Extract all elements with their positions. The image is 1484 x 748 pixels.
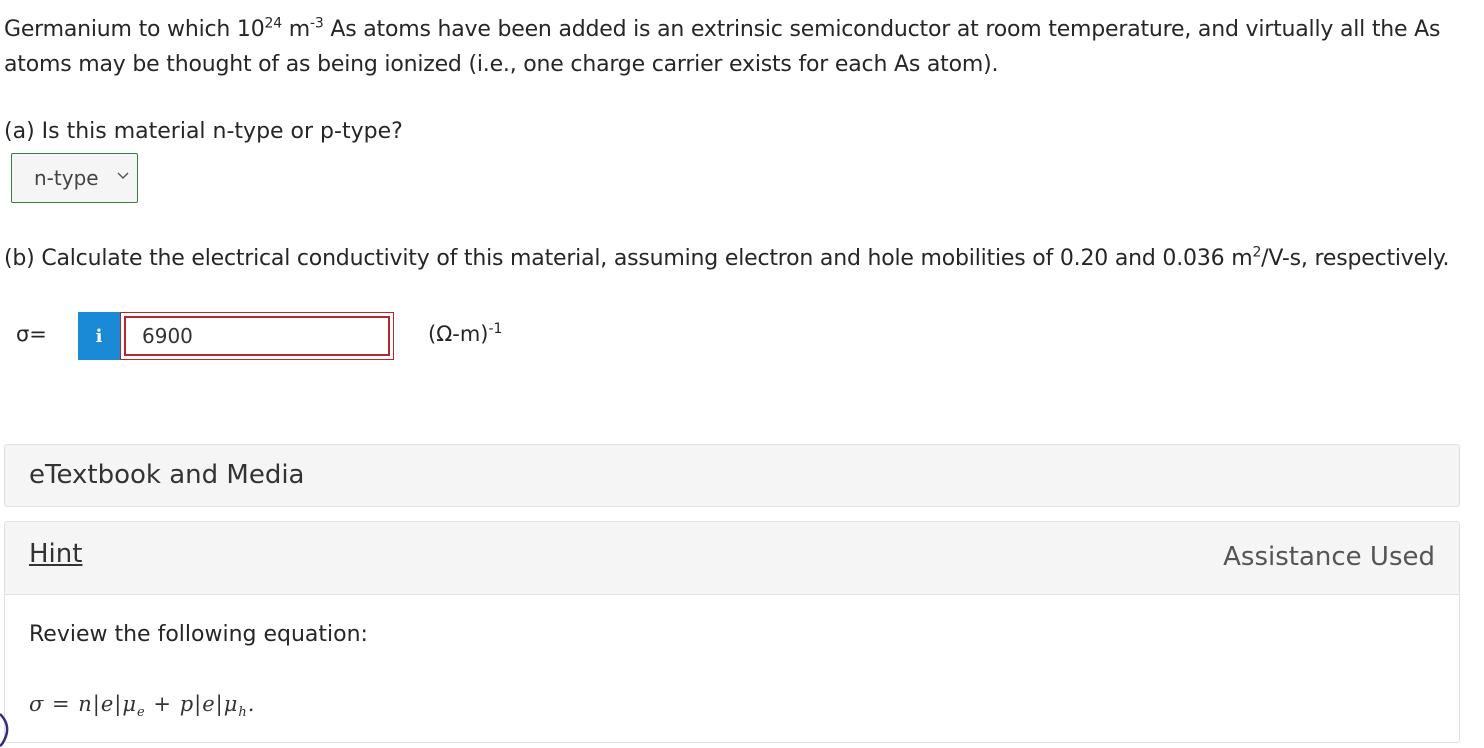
- unit-text: (Ω-m): [428, 322, 489, 346]
- etextbook-media-title: eTextbook and Media: [29, 460, 305, 490]
- hint-text: Review the following equation:: [29, 622, 368, 647]
- hint-header: Hint Assistance Used: [5, 522, 1459, 595]
- part-b-prompt-part1: (b) Calculate the electrical conductivit…: [4, 246, 1253, 271]
- equation-main: σ = n|e|μ: [29, 692, 138, 716]
- unit-exponent: -1: [488, 321, 503, 337]
- sigma-label: σ=: [16, 322, 47, 346]
- part-b-prompt: (b) Calculate the electrical conductivit…: [4, 244, 1450, 274]
- equation-sub-h: h: [238, 705, 248, 721]
- question-page: Germanium to which 1024 m-3 As atoms hav…: [0, 0, 1484, 748]
- part-b-exponent: 2: [1252, 244, 1262, 261]
- conductivity-equation: σ = n|e|μe + p|e|μh.: [29, 692, 256, 721]
- part-b-prompt-part2: /V-s, respectively.: [1261, 246, 1450, 271]
- info-icon: i: [95, 325, 103, 347]
- conductivity-answer-field[interactable]: 6900: [120, 312, 394, 360]
- carrier-type-selected-value: n-type: [34, 166, 99, 190]
- hint-panel: Hint Assistance Used Review the followin…: [4, 521, 1460, 743]
- etextbook-media-panel[interactable]: eTextbook and Media: [4, 444, 1460, 507]
- part-a-prompt: (a) Is this material n-type or p-type?: [4, 119, 403, 144]
- question-text-part2: m: [281, 17, 310, 42]
- conductivity-unit: (Ω-m)-1: [428, 322, 502, 346]
- question-exponent-2: -3: [309, 15, 324, 32]
- question-text-part1: Germanium to which 10: [4, 17, 265, 42]
- assistance-used-status: Assistance Used: [1223, 542, 1435, 572]
- equation-sub-e: e: [137, 705, 146, 721]
- question-text: Germanium to which 1024 m-3 As atoms hav…: [4, 12, 1474, 82]
- conductivity-answer-value[interactable]: 6900: [124, 316, 390, 356]
- info-button[interactable]: i: [78, 312, 120, 360]
- hint-link[interactable]: Hint: [29, 539, 82, 569]
- pen-stroke-mark: [0, 713, 9, 748]
- question-exponent-1: 24: [264, 15, 283, 32]
- carrier-type-select[interactable]: n-type: [11, 153, 138, 203]
- chevron-down-icon: [117, 172, 129, 179]
